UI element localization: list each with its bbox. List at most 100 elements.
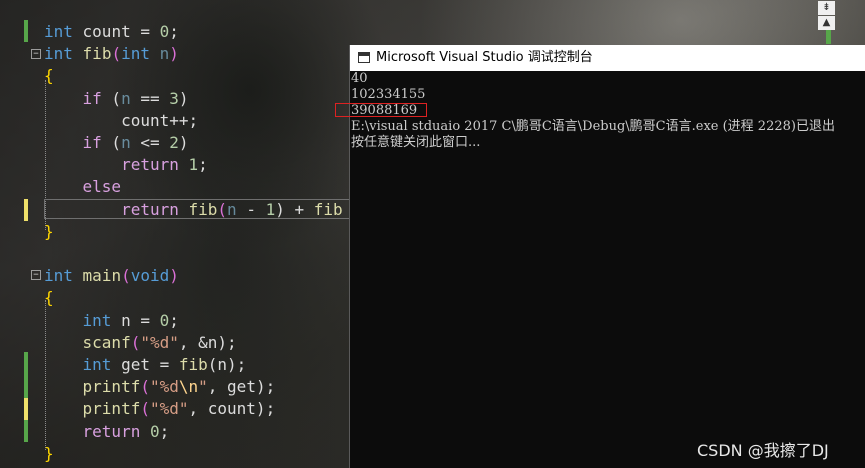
code-token: ; [159,421,170,441]
code-token: == [130,88,170,108]
code-token: else [82,177,122,197]
code-token: " [198,377,208,397]
code-token: int [121,44,150,64]
code-token: } [44,221,54,241]
code-token: if [82,88,102,108]
code-token: ) + [275,199,314,219]
change-marker [24,20,28,42]
code-token: fib [178,355,208,374]
code-token: { [44,66,54,86]
code-token: ) [178,133,189,152]
code-token: 2 [169,133,179,152]
code-line[interactable]: else [44,176,122,198]
code-token: ( [111,44,122,64]
code-token: count++; [44,110,199,130]
code-token: ) [178,88,189,108]
console-output[interactable]: 40 102334155 39088169 E:\visual stduaio 201… [350,71,865,468]
code-token: void [130,266,170,286]
code-token: int [82,355,112,374]
collapse-icon[interactable]: − [31,49,41,59]
code-token: int [82,310,112,330]
scrollbar-change-marker [826,30,831,44]
code-token: } [44,443,54,463]
code-line[interactable]: } [44,221,54,243]
console-window-icon [358,52,370,63]
code-line[interactable]: count++; [44,110,198,132]
code-token: ( [140,377,150,397]
code-token: \n [178,377,199,397]
code-line[interactable]: return fib(n - 1) + fib [44,199,343,221]
code-token: , count); [188,399,276,419]
code-token: if [82,133,102,152]
code-line[interactable]: int get = fib(n); [44,354,247,376]
code-token: printf [82,377,141,397]
code-line[interactable]: return 0; [44,421,170,443]
console-titlebar[interactable]: Microsoft Visual Studio 调试控制台 [350,45,865,71]
code-token: 0 [159,22,170,41]
code-line[interactable]: } [44,443,54,465]
code-line[interactable]: if (n <= 2) [44,132,189,154]
code-token: 1 [188,155,199,175]
code-token: "%d" [149,399,189,419]
console-output-line: 39088169 [351,103,418,118]
code-line[interactable]: int count = 0; [44,21,179,43]
code-line[interactable]: scanf("%d", &n); [44,332,237,354]
code-token: ( [121,266,131,286]
code-token: ; [169,22,179,41]
change-marker [24,420,28,442]
code-token: get = [111,355,179,374]
code-token: (n); [207,355,247,374]
code-token: int [44,44,73,64]
code-line[interactable]: printf("%d\n", get); [44,376,276,398]
code-token: return [121,155,179,175]
code-token: "%d" [140,332,179,352]
code-token: ( [130,332,141,352]
code-line[interactable]: int n = 0; [44,310,179,332]
code-line[interactable]: return 1; [44,154,208,176]
code-line[interactable]: { [44,287,54,309]
code-token: n [159,44,170,64]
code-line[interactable]: printf("%d", count); [44,398,276,420]
scroll-top-button[interactable]: ⇟ [818,1,835,15]
code-token: 3 [169,88,179,108]
code-token: ( [101,88,122,108]
code-token: "%d [149,377,179,397]
code-token: ) [169,44,179,64]
code-line[interactable]: int main(void) [44,265,179,287]
code-token: n [121,133,131,152]
code-token: - [236,199,266,219]
code-token: n [121,88,131,108]
code-token: ( [217,199,228,219]
code-token: , get); [207,377,276,397]
collapse-icon[interactable]: − [31,270,41,280]
code-token: ; [169,310,179,330]
code-line[interactable]: { [44,65,54,87]
watermark: CSDN @我擦了DJ [697,441,829,460]
code-line[interactable]: int fib(int n) [44,43,179,65]
code-line[interactable]: if (n == 3) [44,88,189,110]
code-token: , &n); [178,332,237,352]
scroll-up-button[interactable]: ▲ [818,16,835,30]
console-output-line: E:\visual stduaio 2017 C\鹏哥C语言\Debug\鹏哥C… [351,119,835,134]
console-output-line: 102334155 [351,87,426,102]
code-token: return [121,199,179,219]
code-token: main [82,266,122,286]
code-token: fib [188,199,218,219]
console-output-line: 40 [351,71,368,86]
code-token: scanf [82,332,131,352]
code-token: 0 [149,421,160,441]
code-token: 0 [159,310,170,330]
change-marker [24,398,28,420]
